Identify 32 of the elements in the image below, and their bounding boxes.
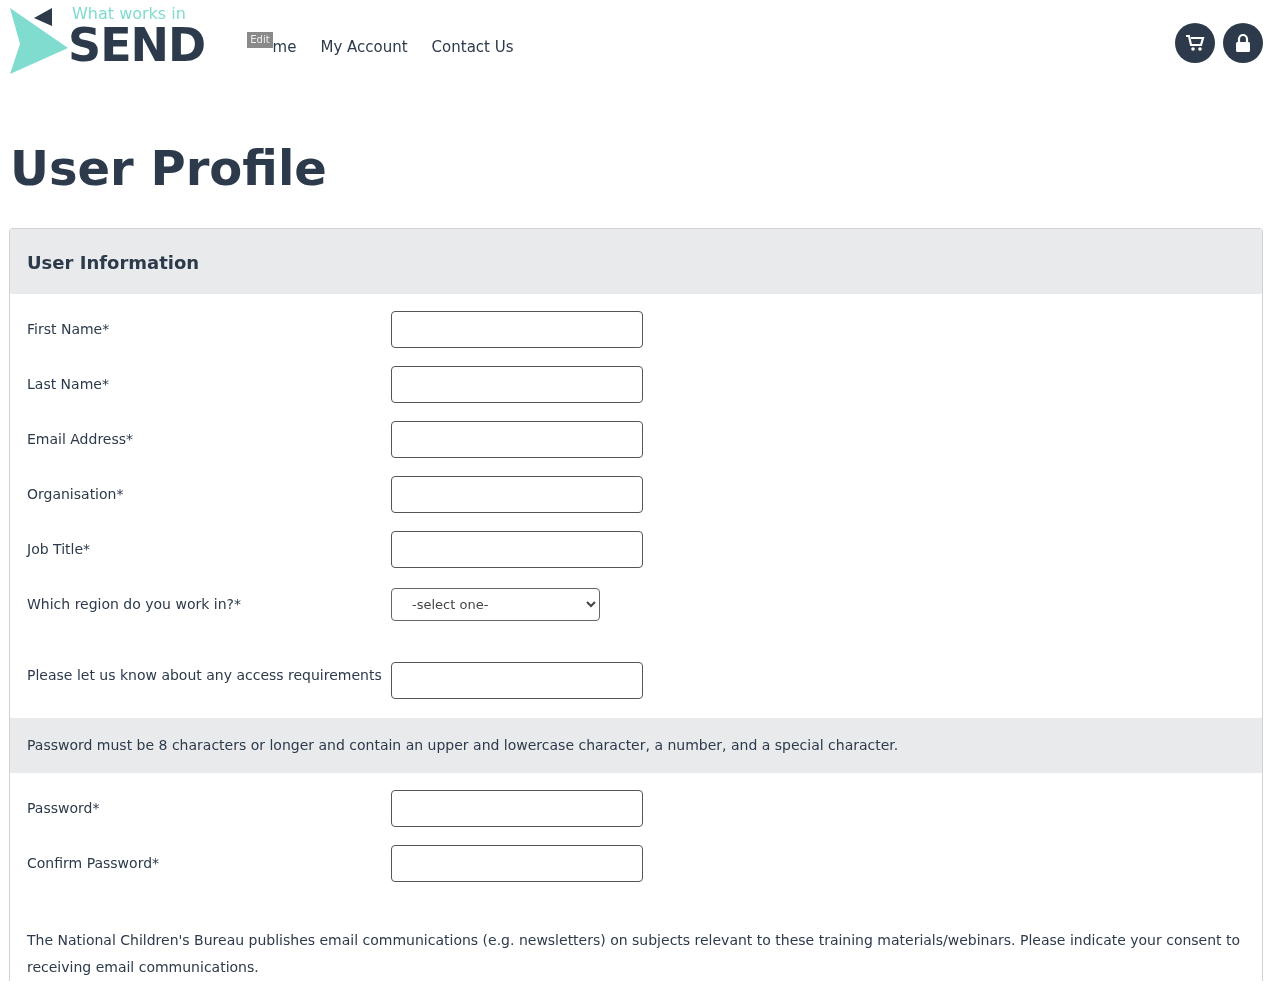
field-label: Job Title* <box>27 539 92 559</box>
password-field[interactable] <box>391 844 643 882</box>
consent-text: The National Children's Bureau publishes email communications (e.g. newsletters) on subjects relevant to these training materials/webinars. Please indicate your consent to receiving email communications. <box>26 930 1242 977</box>
field-label: Confirm Password* <box>27 853 161 873</box>
field-label: Password* <box>27 798 101 818</box>
star-logo-icon <box>10 6 68 74</box>
nav-link[interactable]: me <box>272 36 297 59</box>
nav-link[interactable]: Contact Us <box>431 36 514 59</box>
padlock-icon <box>1235 33 1251 53</box>
field-label: Last Name* <box>27 374 110 394</box>
field-label: Please let us know about any access requirements <box>27 666 383 686</box>
logo-tagline: What works in <box>72 6 187 22</box>
input-field[interactable] <box>391 420 643 458</box>
nav-link[interactable]: My Account <box>320 36 408 59</box>
password-field[interactable] <box>391 789 643 827</box>
field-label: Email Address* <box>27 429 135 449</box>
field-label: Which region do you work in?* <box>27 594 242 614</box>
logo-wordmark: SEND <box>68 22 206 68</box>
region-select[interactable]: -select one- <box>391 587 600 621</box>
cart-button[interactable] <box>1175 23 1215 63</box>
card-header: User Information <box>10 228 1262 294</box>
field-label: Organisation* <box>27 484 125 504</box>
input-field[interactable] <box>391 475 643 513</box>
input-field[interactable] <box>391 530 643 568</box>
page-title: User Profile <box>10 140 328 198</box>
input-field[interactable] <box>391 662 643 700</box>
password-notice: Password must be 8 characters or longer and contain an upper and lowercase character, a number, and a special character. <box>10 717 1262 773</box>
field-label: First Name* <box>27 319 111 339</box>
login-button[interactable] <box>1223 23 1263 63</box>
input-field[interactable] <box>391 310 643 348</box>
input-field[interactable] <box>391 365 643 403</box>
cart-icon <box>1185 34 1205 52</box>
